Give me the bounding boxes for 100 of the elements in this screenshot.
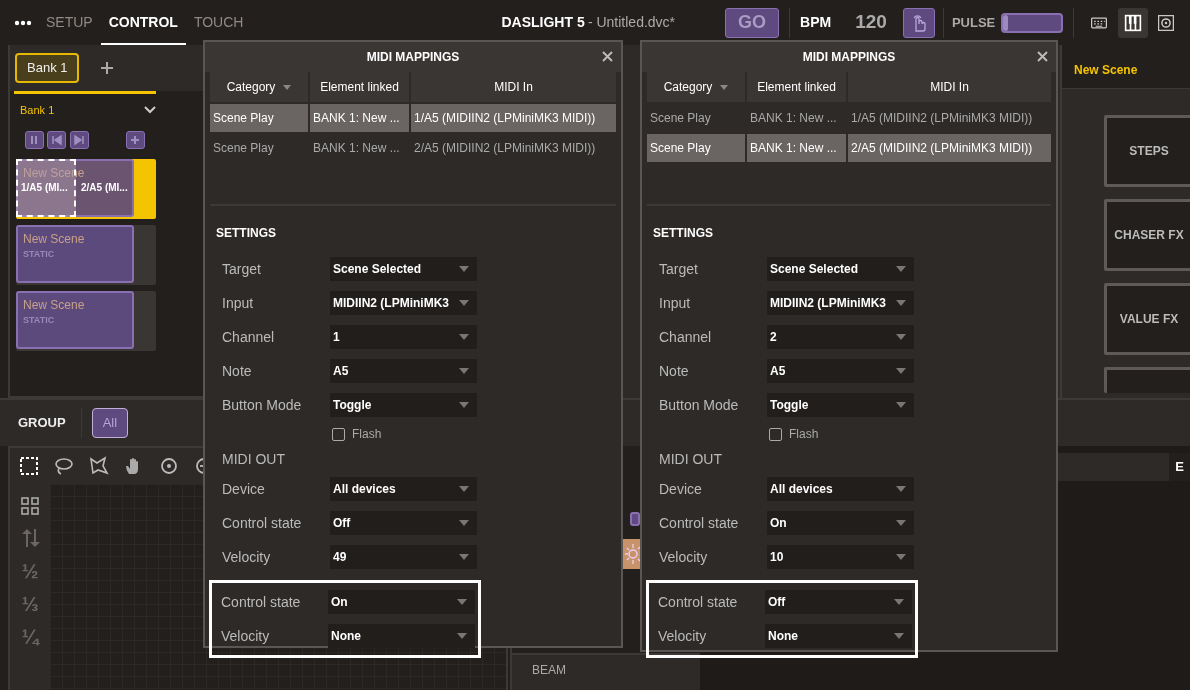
dropdown-value: Off [768, 594, 786, 611]
dialog-title: MIDI MAPPINGS [366, 49, 460, 66]
dropdown-value: Off [333, 515, 351, 532]
field-label: Velocity [659, 547, 709, 567]
mode-tab[interactable]: TOUCH [185, 0, 252, 45]
checkbox-label: Flash [352, 426, 382, 443]
field-label: Device [222, 479, 266, 499]
bpm-value: 120 [855, 10, 887, 35]
mode-tab[interactable]: SETUP [38, 0, 101, 45]
dropdown-value: None [331, 628, 361, 645]
dropdown[interactable]: On [767, 511, 914, 535]
dropdown-value: MIDIIN2 (LPMiniMK3 [333, 295, 449, 312]
dropdown-value: 2 [770, 329, 777, 346]
table-cell[interactable]: BANK 1: New ... [747, 134, 846, 162]
dropdown-value: None [768, 628, 798, 645]
table-cell[interactable]: 1/A5 (MIDIIN2 (LPMiniMK3 MIDI)) [411, 104, 616, 132]
column-header: MIDI In [848, 72, 1051, 102]
dropdown-value: On [331, 594, 348, 611]
fx-button[interactable]: CHASER FX [1104, 199, 1190, 271]
dropdown[interactable]: A5 [767, 359, 914, 383]
dropdown[interactable]: MIDIIN2 (LPMiniMK3 [767, 291, 914, 315]
fx-button[interactable]: VALUE FX [1104, 283, 1190, 355]
dropdown-value: 1 [333, 329, 340, 346]
field-label: Input [222, 293, 255, 313]
dropdown[interactable]: MIDIIN2 (LPMiniMK3 [330, 291, 477, 315]
field-label: Target [659, 259, 699, 279]
bank-tab[interactable]: Bank 1 [15, 53, 80, 83]
panel-tab[interactable]: E [1169, 453, 1190, 481]
dropdown[interactable]: Off [330, 511, 477, 535]
column-header: Element linked [310, 72, 409, 102]
dropdown[interactable]: Off [765, 590, 912, 614]
pulse-label: PULSE [951, 13, 996, 32]
dropdown[interactable]: 2 [767, 325, 914, 349]
field-label: Target [222, 259, 262, 279]
subsection-title: MIDI OUT [659, 449, 722, 469]
column-header: MIDI In [411, 72, 616, 102]
section-title: SETTINGS [215, 225, 277, 242]
field-label: Channel [222, 327, 276, 347]
field-label: Input [659, 293, 692, 313]
column-title: Category [226, 79, 276, 96]
subsection-title: MIDI OUT [222, 449, 285, 469]
dropdown[interactable]: None [765, 624, 912, 648]
field-label: Note [222, 361, 253, 381]
dropdown-value: A5 [333, 363, 349, 380]
table-cell[interactable]: Scene Play [210, 104, 308, 132]
column-header[interactable]: Category [647, 72, 745, 102]
dropdown-value: All devices [333, 481, 396, 498]
dropdown[interactable]: On [328, 590, 475, 614]
dropdown[interactable]: None [328, 624, 475, 648]
fx-button[interactable]: STEPS [1104, 115, 1190, 187]
dropdown[interactable]: A5 [330, 359, 477, 383]
field-label: Button Mode [222, 395, 303, 415]
bpm-label: BPM [800, 13, 832, 32]
dropdown[interactable]: Toggle [767, 393, 914, 417]
dropdown-value: Toggle [333, 397, 372, 414]
table-cell[interactable]: BANK 1: New ... [310, 104, 409, 132]
table-cell[interactable]: 2/A5 (MIDIIN2 (LPMiniMK3 MIDI)) [848, 134, 1051, 162]
dropdown-value: Scene Selected [333, 261, 422, 278]
section-title: SETTINGS [652, 225, 714, 242]
bank-title: Bank 1 [20, 103, 55, 118]
scene-type: STATIC [23, 313, 56, 327]
dropdown-value: Toggle [770, 397, 809, 414]
field-label: Button Mode [659, 395, 740, 415]
dropdown[interactable]: Scene Selected [767, 257, 914, 281]
field-label: Channel [659, 327, 713, 347]
scene-name: New Scene [23, 296, 86, 314]
field-label: Velocity [658, 626, 708, 646]
file-name: - Untitled.dvc* [587, 13, 676, 32]
dropdown[interactable]: Scene Selected [330, 257, 477, 281]
column-title: Category [663, 79, 713, 96]
table-cell[interactable]: Scene Play [647, 134, 745, 162]
field-label: Control state [222, 513, 303, 533]
scene-name: New Scene [23, 230, 86, 248]
dropdown-value: 49 [333, 549, 347, 566]
group-label: GROUP [18, 414, 66, 433]
dropdown[interactable]: All devices [767, 477, 914, 501]
dropdown[interactable]: Toggle [330, 393, 477, 417]
dropdown-value: On [770, 515, 787, 532]
dropdown[interactable]: All devices [330, 477, 477, 501]
column-header: Element linked [747, 72, 846, 102]
field-label: Device [659, 479, 703, 499]
scene-title: New Scene [1062, 45, 1190, 89]
dialog-title: MIDI MAPPINGS [802, 49, 896, 66]
dropdown[interactable]: 1 [330, 325, 477, 349]
app-title: DASLIGHT 5 [501, 13, 585, 32]
dropdown[interactable]: 49 [330, 545, 477, 569]
dropdown-value: MIDIIN2 (LPMiniMK3 [770, 295, 886, 312]
dropdown-value: 10 [770, 549, 784, 566]
field-label: Control state [658, 592, 739, 612]
column-header[interactable]: Category [210, 72, 308, 102]
field-label: Velocity [221, 626, 271, 646]
field-label: Velocity [222, 547, 272, 567]
checkbox-label: Flash [789, 426, 819, 443]
scene-type: STATIC [23, 247, 56, 261]
dropdown-value: A5 [770, 363, 786, 380]
dropdown-value: Scene Selected [770, 261, 859, 278]
field-label: Control state [221, 592, 302, 612]
field-label: Control state [659, 513, 740, 533]
dropdown-value: All devices [770, 481, 833, 498]
dropdown[interactable]: 10 [767, 545, 914, 569]
